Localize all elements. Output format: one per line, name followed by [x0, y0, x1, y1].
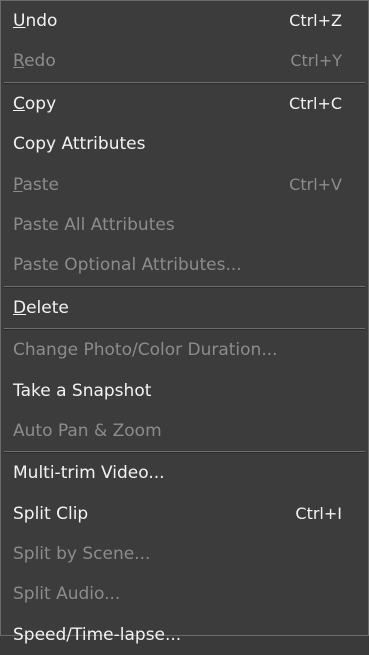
menu-item-label: Change Photo/Color Duration... — [13, 340, 278, 361]
menu-item-shortcut: Ctrl+V — [289, 174, 342, 194]
menu-item-label: Speed/Time-lapse... — [13, 624, 182, 645]
menu-item-copy[interactable]: Copy Ctrl+C — [1, 84, 368, 124]
menu-item-multi-trim-video[interactable]: Multi-trim Video... — [1, 453, 368, 493]
menu-item-copy-attributes[interactable]: Copy Attributes — [1, 124, 368, 164]
menu-item-auto-pan-zoom[interactable]: Auto Pan & Zoom — [1, 411, 368, 451]
menu-item-label: Paste Optional Attributes... — [13, 255, 242, 276]
menu-item-label: Undo — [13, 11, 58, 31]
menu-item-delete[interactable]: Delete — [1, 288, 368, 328]
menu-item-redo[interactable]: Redo Ctrl+Y — [1, 41, 368, 81]
menu-item-paste-all-attributes[interactable]: Paste All Attributes — [1, 205, 368, 245]
menu-item-split-by-scene[interactable]: Split by Scene... — [1, 534, 368, 574]
menu-item-undo[interactable]: Undo Ctrl+Z — [1, 1, 368, 41]
menu-item-label: Copy Attributes — [13, 134, 146, 155]
menu-item-shortcut: Ctrl+Y — [290, 51, 342, 71]
menu-item-label: Split Clip — [13, 503, 89, 524]
menu-item-paste-optional-attributes[interactable]: Paste Optional Attributes... — [1, 245, 368, 285]
menu-item-split-clip[interactable]: Split Clip Ctrl+I — [1, 494, 368, 534]
context-menu: Undo Ctrl+Z Redo Ctrl+Y Copy Ctrl+C Copy Attri… — [0, 0, 369, 645]
menu-item-shortcut: Ctrl+C — [288, 93, 342, 113]
menu-item-label: Auto Pan & Zoom — [13, 420, 162, 441]
menu-item-change-photo-color-duration[interactable]: Change Photo/Color Duration... — [1, 330, 368, 370]
menu-item-label: Take a Snapshot — [13, 380, 152, 401]
menu-item-label: Delete — [13, 297, 69, 318]
menu-item-shortcut: Ctrl+I — [295, 503, 342, 523]
menu-item-label: Redo — [13, 51, 56, 72]
menu-item-paste[interactable]: Paste Ctrl+V — [1, 165, 368, 205]
menu-item-split-audio[interactable]: Split Audio... — [1, 574, 368, 614]
menu-item-label: Copy — [13, 93, 57, 114]
menu-item-speed-time-lapse[interactable]: Speed/Time-lapse... — [1, 615, 368, 655]
menu-item-label: Multi-trim Video... — [13, 463, 165, 484]
menu-item-shortcut: Ctrl+Z — [289, 11, 342, 30]
menu-item-take-a-snapshot[interactable]: Take a Snapshot — [1, 371, 368, 411]
menu-item-label: Paste — [13, 174, 59, 195]
menu-item-label: Split Audio... — [13, 584, 121, 605]
menu-item-label: Split by Scene... — [13, 544, 151, 565]
menu-item-label: Paste All Attributes — [13, 214, 175, 235]
